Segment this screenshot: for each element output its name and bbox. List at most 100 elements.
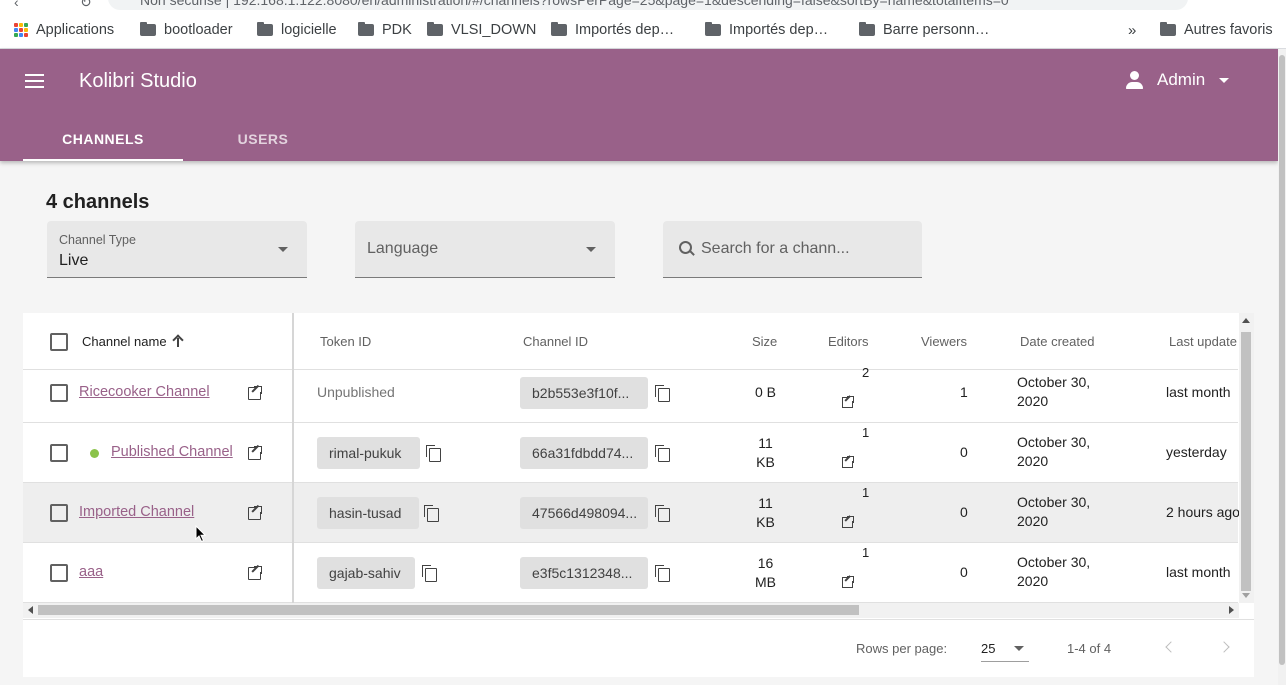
copy-icon[interactable] bbox=[424, 505, 439, 522]
bookmark-logicielle[interactable]: logicielle bbox=[257, 22, 337, 38]
language-select[interactable]: Language bbox=[355, 221, 615, 278]
copy-icon[interactable] bbox=[655, 565, 670, 582]
date-created-line1: October 30, bbox=[1017, 434, 1091, 450]
date-created-line1: October 30, bbox=[1017, 494, 1091, 510]
copy-icon[interactable] bbox=[655, 445, 670, 462]
channels-table: Channel name Token ID Channel ID Size Ed… bbox=[23, 313, 1254, 619]
url-text: Non sécurisé | 192.168.1.122:8080/en/adm… bbox=[140, 0, 1009, 8]
channel-name-link[interactable]: Published Channel bbox=[111, 444, 233, 460]
scrollbar-thumb[interactable] bbox=[1279, 55, 1285, 665]
folder-icon bbox=[551, 22, 567, 36]
column-header-name[interactable]: Channel name bbox=[82, 313, 183, 369]
size-line2: MB bbox=[755, 574, 776, 590]
copy-icon[interactable] bbox=[655, 385, 670, 402]
table-horizontal-scrollbar[interactable] bbox=[23, 603, 1239, 618]
channel-name-link[interactable]: Ricecooker Channel bbox=[79, 384, 210, 400]
column-header-date-created[interactable]: Date created bbox=[1020, 313, 1094, 369]
channel-type-select[interactable]: Channel Type Live bbox=[47, 221, 307, 278]
row-checkbox[interactable] bbox=[50, 384, 68, 402]
column-header-viewers[interactable]: Viewers bbox=[921, 313, 967, 369]
account-menu-button[interactable]: Admin bbox=[1124, 69, 1230, 91]
viewers-count: 1 bbox=[960, 384, 968, 400]
copy-icon[interactable] bbox=[426, 445, 441, 462]
open-editors-icon[interactable] bbox=[842, 395, 855, 408]
folder-icon bbox=[859, 22, 875, 36]
page-scrollbar[interactable] bbox=[1278, 49, 1286, 685]
bookmark-bootloader[interactable]: bootloader bbox=[140, 22, 233, 38]
table-row: Ricecooker Channel Unpublished b2b553e3f… bbox=[23, 363, 1238, 423]
tab-channels[interactable]: CHANNELS bbox=[23, 119, 183, 161]
chevron-down-icon bbox=[1219, 77, 1230, 83]
reload-icon[interactable]: ↻ bbox=[80, 0, 92, 11]
size-line2: KB bbox=[756, 454, 775, 470]
search-field bbox=[663, 221, 922, 278]
folder-icon bbox=[427, 22, 443, 36]
column-header-label: Channel name bbox=[82, 333, 167, 349]
tab-users[interactable]: USERS bbox=[183, 119, 343, 161]
channel-id-chip: b2b553e3f10f... bbox=[520, 377, 648, 409]
table-vertical-scrollbar[interactable] bbox=[1239, 313, 1254, 603]
open-external-icon[interactable] bbox=[248, 564, 263, 580]
column-header-size[interactable]: Size bbox=[752, 313, 777, 369]
open-external-icon[interactable] bbox=[248, 504, 263, 520]
back-icon[interactable]: ‹ bbox=[14, 0, 19, 10]
page-range: 1-4 of 4 bbox=[1067, 641, 1112, 656]
row-checkbox[interactable] bbox=[50, 504, 68, 522]
app-bar: Kolibri Studio Admin CHANNELS USERS bbox=[0, 49, 1278, 161]
search-icon bbox=[679, 241, 696, 258]
next-page-button[interactable] bbox=[1217, 638, 1237, 658]
editors-count: 1 bbox=[862, 545, 870, 560]
bookmark-label: Importés dep… bbox=[575, 22, 675, 38]
table-row: aaa gajab-sahiv e3f5c1312348... 16 MB 1 … bbox=[23, 543, 1238, 603]
channel-name-link[interactable]: aaa bbox=[79, 564, 103, 580]
folder-icon bbox=[140, 22, 156, 36]
select-all-checkbox[interactable] bbox=[50, 333, 68, 351]
open-editors-icon[interactable] bbox=[842, 515, 855, 528]
column-header-last-updated[interactable]: Last update bbox=[1169, 313, 1237, 369]
folder-icon bbox=[358, 22, 374, 36]
bookmark-importes-1[interactable]: Importés dep… bbox=[551, 22, 674, 38]
fixed-column-divider bbox=[292, 313, 294, 603]
bookmark-pdk[interactable]: PDK bbox=[358, 22, 412, 38]
open-external-icon[interactable] bbox=[248, 384, 263, 400]
previous-page-button[interactable] bbox=[1159, 638, 1179, 658]
published-status-dot bbox=[90, 449, 99, 458]
channel-type-label: Channel Type bbox=[59, 233, 136, 247]
date-created-line2: 2020 bbox=[1017, 393, 1049, 409]
date-created-line2: 2020 bbox=[1017, 573, 1049, 589]
size-line1: 16 bbox=[757, 555, 774, 571]
bookmark-applications[interactable]: Applications bbox=[14, 22, 114, 38]
row-checkbox[interactable] bbox=[50, 444, 68, 462]
bookmark-other[interactable]: Autres favoris bbox=[1160, 22, 1273, 38]
hamburger-menu-icon[interactable] bbox=[25, 74, 44, 88]
copy-icon[interactable] bbox=[422, 565, 437, 582]
token-id-chip: gajab-sahiv bbox=[317, 557, 415, 589]
row-checkbox[interactable] bbox=[50, 564, 68, 582]
rows-per-page-select[interactable]: 25 bbox=[981, 634, 1029, 662]
bookmark-vlsi-down[interactable]: VLSI_DOWN bbox=[427, 22, 536, 38]
open-editors-icon[interactable] bbox=[842, 575, 855, 588]
bookmark-label: PDK bbox=[382, 22, 412, 38]
scrollbar-thumb[interactable] bbox=[38, 605, 859, 615]
open-external-icon[interactable] bbox=[248, 444, 263, 460]
column-header-editors[interactable]: Editors bbox=[828, 313, 868, 369]
scroll-down-icon[interactable] bbox=[1242, 593, 1250, 598]
scroll-up-icon[interactable] bbox=[1242, 318, 1250, 323]
scrollbar-thumb[interactable] bbox=[1241, 332, 1251, 591]
sort-ascending-icon bbox=[173, 335, 183, 347]
more-bookmarks-button[interactable]: » bbox=[1128, 22, 1136, 39]
token-id: Unpublished bbox=[317, 384, 395, 400]
channel-name-link[interactable]: Imported Channel bbox=[79, 504, 194, 520]
token-id-chip: rimal-pukuk bbox=[317, 437, 420, 469]
date-created-line1: October 30, bbox=[1017, 554, 1091, 570]
bookmark-importes-2[interactable]: Importés dep… bbox=[705, 22, 828, 38]
bookmark-label: Applications bbox=[36, 22, 115, 38]
scroll-right-icon[interactable] bbox=[1229, 606, 1234, 614]
date-created-line2: 2020 bbox=[1017, 453, 1049, 469]
search-input[interactable] bbox=[701, 238, 911, 260]
bookmark-barre-personnelle[interactable]: Barre personn… bbox=[859, 22, 989, 38]
scroll-left-icon[interactable] bbox=[28, 606, 33, 614]
open-editors-icon[interactable] bbox=[842, 455, 855, 468]
copy-icon[interactable] bbox=[655, 505, 670, 522]
bookmark-label: Importés dep… bbox=[729, 22, 829, 38]
